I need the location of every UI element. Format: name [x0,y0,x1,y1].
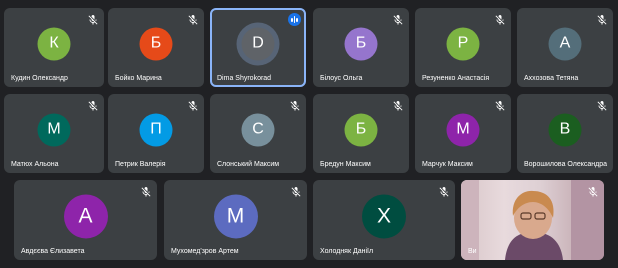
avatar: Р [446,27,480,61]
participant-name: Ви [468,248,477,255]
participant-tile[interactable]: П Петрик Валерія [108,94,204,173]
avatar: П [139,113,173,147]
participant-tile[interactable]: К Кудин Олександр [4,8,104,87]
mic-off-icon [596,13,608,25]
mic-off-icon [187,99,199,111]
mic-off-icon [87,13,99,25]
avatar: D [241,27,275,61]
participant-name: Ворошилова Олександра [524,161,608,168]
participant-name: Бойко Марина [115,75,162,82]
participant-tile[interactable]: М Марчук Максим [415,94,511,173]
participant-tile[interactable]: D Dima Shyrokorad [210,8,306,87]
avatar: Б [139,27,173,61]
avatar: М [213,194,258,239]
participant-name: Мухомед'зров Артем [171,248,239,255]
mic-off-icon [587,185,599,197]
mic-off-icon [438,185,450,197]
avatar: В [548,113,582,147]
mic-off-icon [87,99,99,111]
speaking-indicator-icon [288,13,301,26]
participant-tile[interactable]: Б Бойко Марина [108,8,204,87]
avatar: К [37,27,71,61]
participant-name: Резуненко Анастасія [422,75,490,82]
participant-tile[interactable]: А Авдєєва Єлизавета [14,180,157,260]
mic-off-icon [290,185,302,197]
participant-name: Матюх Альона [11,161,59,168]
participant-name: Білоус Ольга [320,75,363,82]
participant-name: Петрик Валерія [115,161,166,168]
avatar: А [63,194,108,239]
mic-off-icon [289,99,301,111]
mic-off-icon [494,99,506,111]
participant-tile[interactable]: Б Білоус Ольга [313,8,409,87]
mic-off-icon [392,13,404,25]
participant-tile[interactable]: Х Холодняк Даніїл [313,180,455,260]
participant-tile[interactable]: Ви [461,180,604,260]
participant-name: Слонський Максим [217,161,280,168]
participant-tile[interactable]: М Матюх Альона [4,94,104,173]
mic-off-icon [494,13,506,25]
participant-name: Марчук Максим [422,161,473,168]
participant-tile[interactable]: Б Бредун Максим [313,94,409,173]
avatar: А [548,27,582,61]
self-video-feed [461,180,604,260]
participant-tile[interactable]: А Аххозова Тетяна [517,8,613,87]
avatar: С [241,113,275,147]
participant-name: Авдєєва Єлизавета [21,248,85,255]
participant-name: Аххозова Тетяна [524,75,579,82]
avatar: Б [344,113,378,147]
participant-name: Холодняк Даніїл [320,248,374,255]
avatar: М [446,113,480,147]
participant-name: Кудин Олександр [11,75,68,82]
mic-off-icon [140,185,152,197]
avatar: М [37,113,71,147]
avatar: Х [362,194,406,239]
avatar: Б [344,27,378,61]
participant-name: Бредун Максим [320,161,371,168]
participant-tile[interactable]: М Мухомед'зров Артем [164,180,307,260]
participant-tile[interactable]: С Слонський Максим [210,94,306,173]
participant-tile[interactable]: Р Резуненко Анастасія [415,8,511,87]
mic-off-icon [392,99,404,111]
participant-name: Dima Shyrokorad [217,75,272,82]
mic-off-icon [187,13,199,25]
participant-tile[interactable]: В Ворошилова Олександра [517,94,613,173]
mic-off-icon [596,99,608,111]
